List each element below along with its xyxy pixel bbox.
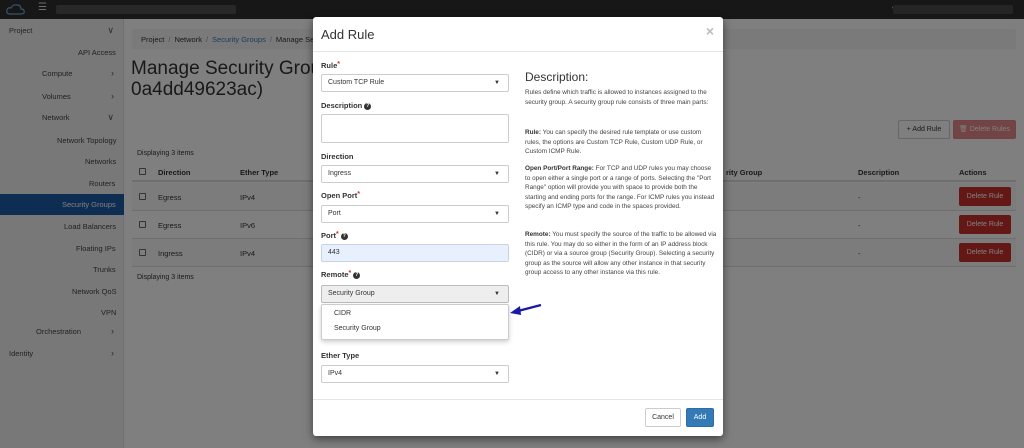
description-remote-text: You must specify the source of the traff… — [525, 231, 717, 277]
ether-type-label: Ether Type — [321, 351, 359, 360]
description-port-heading: Open Port/Port Range: — [525, 165, 594, 172]
open-port-label-text: Open Port — [321, 191, 358, 200]
description-intro: Rules define which traffic is allowed to… — [525, 89, 709, 106]
description-rule-heading: Rule: — [525, 129, 541, 136]
required-marker: * — [336, 231, 339, 238]
rule-select[interactable]: Custom TCP Rule ▼ — [321, 74, 509, 92]
caret-down-icon: ▼ — [494, 371, 500, 377]
remote-select[interactable]: Security Group ▼ — [321, 285, 509, 303]
open-port-label: Open Port* — [321, 191, 360, 200]
modal-divider — [313, 399, 723, 400]
port-label-text: Port — [321, 231, 336, 240]
open-port-select[interactable]: Port ▼ — [321, 205, 509, 223]
description-panel-title: Description: — [525, 70, 589, 84]
required-marker: * — [357, 191, 360, 198]
annotation-arrow-icon — [510, 303, 542, 315]
cancel-button[interactable]: Cancel — [645, 408, 681, 427]
caret-down-icon: ▼ — [494, 171, 500, 177]
help-icon[interactable]: ? — [353, 271, 361, 279]
ether-type-label-text: Ether Type — [321, 351, 360, 360]
port-label: Port*? — [321, 231, 348, 240]
caret-down-icon: ▼ — [494, 211, 500, 217]
close-icon[interactable]: × — [706, 23, 714, 39]
ether-type-select[interactable]: IPv4 ▼ — [321, 365, 509, 383]
description-label-text: Description — [321, 101, 363, 110]
ether-type-select-value: IPv4 — [328, 370, 343, 377]
dropdown-option-cidr[interactable]: CIDR — [334, 310, 351, 317]
direction-select-value: Ingress — [328, 170, 351, 177]
modal-divider — [313, 51, 723, 52]
direction-label-text: Direction — [321, 152, 354, 161]
caret-down-icon: ▼ — [494, 291, 500, 297]
rule-label: Rule* — [321, 61, 340, 70]
rule-select-value: Custom TCP Rule — [328, 79, 385, 86]
description-rule-paragraph: Rule: You can specify the desired rule t… — [525, 128, 717, 157]
rule-label-text: Rule — [321, 61, 338, 70]
remote-label-text: Remote — [321, 270, 349, 279]
description-remote-heading: Remote: — [525, 231, 551, 238]
dropdown-option-security-group[interactable]: Security Group — [334, 325, 381, 332]
help-icon[interactable]: ? — [340, 232, 348, 240]
open-port-select-value: Port — [328, 210, 341, 217]
description-rule-text: You can specify the desired rule templat… — [525, 129, 703, 156]
help-icon[interactable]: ? — [364, 102, 372, 110]
direction-select[interactable]: Ingress ▼ — [321, 165, 509, 183]
remote-label: Remote*? — [321, 270, 361, 279]
remote-dropdown-menu: CIDR Security Group — [321, 304, 509, 340]
modal-title: Add Rule — [321, 27, 375, 42]
description-textarea[interactable] — [321, 114, 509, 143]
add-rule-modal: Add Rule × Rule* Custom TCP Rule ▼ Descr… — [313, 17, 723, 436]
caret-down-icon: ▼ — [494, 80, 500, 86]
required-marker: * — [348, 270, 352, 277]
port-input[interactable]: 443 — [321, 244, 509, 262]
required-marker: * — [337, 61, 340, 68]
description-port-paragraph: Open Port/Port Range: For TCP and UDP ru… — [525, 164, 717, 212]
add-button[interactable]: Add — [686, 408, 714, 427]
direction-label: Direction — [321, 152, 354, 161]
description-remote-paragraph: Remote: You must specify the source of t… — [525, 230, 717, 278]
remote-select-value: Security Group — [328, 290, 375, 297]
description-label: Description? — [321, 101, 372, 110]
